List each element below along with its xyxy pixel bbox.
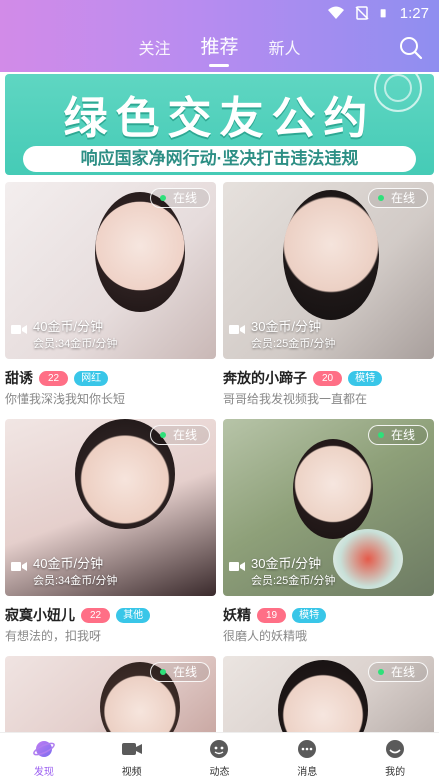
banner-subtitle: 响应国家净网行动·坚决打击违法违规	[23, 146, 416, 172]
price-per-minute: 40金币/分钟	[33, 319, 104, 334]
price-per-minute: 30金币/分钟	[251, 556, 322, 571]
online-badge: 在线	[367, 188, 428, 208]
price-info: 40金币/分钟 会员:34金币/分钟	[11, 553, 117, 588]
user-name: 甜诱	[5, 370, 33, 386]
user-signature: 很磨人的妖精哦	[223, 629, 308, 643]
user-signature: 你懂我深浅我知你长短	[5, 392, 126, 406]
user-photo[interactable]: 在线 30金币/分钟 会员:25金币/分钟	[223, 182, 434, 359]
nav-label: 视频	[121, 767, 142, 778]
tab-recommend[interactable]: 推荐	[200, 32, 239, 67]
price-info: 30金币/分钟 会员:25金币/分钟	[229, 553, 335, 588]
user-signature: 有想法的，扣我呀	[5, 629, 102, 643]
user-signature: 哥哥给我发视频我一直都在	[223, 392, 368, 406]
photo-subject	[278, 660, 368, 732]
user-name: 寂寞小妞儿	[5, 607, 75, 623]
online-badge: 在线	[149, 662, 210, 682]
battery-icon	[380, 9, 386, 18]
age-badge: 22	[81, 607, 111, 623]
profile-icon	[386, 740, 405, 758]
category-tag: 模特	[292, 607, 327, 623]
age-badge: 20	[313, 370, 343, 386]
video-camera-icon	[11, 325, 27, 334]
price-info: 30金币/分钟 会员:25金币/分钟	[229, 316, 335, 351]
photo-subject	[293, 439, 373, 539]
user-meta: 寂寞小妞儿 22 其他	[5, 605, 216, 625]
user-name: 奔放的小蹄子	[223, 370, 307, 386]
tab-follow[interactable]: 关注	[138, 35, 170, 67]
user-photo[interactable]: 在线 40金币/分钟 会员:34金币/分钟	[5, 419, 216, 596]
status-bar: 1:27	[327, 4, 429, 22]
video-camera-icon	[11, 562, 27, 571]
user-meta: 甜诱 22 网红	[5, 368, 216, 388]
category-tag: 模特	[348, 370, 383, 386]
age-badge: 22	[39, 370, 69, 386]
nav-label: 发现	[33, 767, 54, 778]
banner-title: 绿色交友公约	[63, 94, 376, 143]
promo-banner[interactable]: 绿色交友公约 响应国家净网行动·坚决打击违法违规	[5, 74, 434, 175]
nav-discover[interactable]: 发现	[0, 733, 88, 780]
user-name: 妖精	[223, 607, 251, 623]
online-badge: 在线	[149, 425, 210, 445]
online-badge: 在线	[149, 188, 210, 208]
nav-messages[interactable]: 消息	[263, 733, 351, 780]
chat-bubbles-icon	[210, 740, 229, 758]
bottom-nav: 发现 视频 动态 消息 我的	[0, 732, 439, 780]
video-camera-icon	[229, 562, 245, 571]
online-badge: 在线	[367, 425, 428, 445]
nav-moments[interactable]: 动态	[176, 733, 264, 780]
user-meta: 妖精 19 模特	[223, 605, 434, 625]
price-per-minute: 30金币/分钟	[251, 319, 322, 334]
nav-label: 我的	[385, 767, 406, 778]
video-camera-icon	[229, 325, 245, 334]
price-per-minute: 40金币/分钟	[33, 556, 104, 571]
member-price: 会员:25金币/分钟	[251, 338, 336, 350]
top-bar: 1:27 关注 推荐 新人	[0, 0, 439, 72]
no-sim-icon	[355, 6, 369, 20]
nav-video[interactable]: 视频	[88, 733, 176, 780]
header-tabs: 关注 推荐 新人	[0, 32, 439, 67]
member-price: 会员:25金币/分钟	[251, 575, 336, 587]
member-price: 会员:34金币/分钟	[33, 575, 118, 587]
planet-icon	[33, 741, 55, 757]
age-badge: 19	[257, 607, 287, 623]
nav-profile[interactable]: 我的	[351, 733, 439, 780]
price-info: 40金币/分钟 会员:34金币/分钟	[11, 316, 117, 351]
wifi-icon	[327, 6, 344, 19]
photo-fan	[333, 529, 403, 589]
photo-subject	[283, 190, 379, 320]
user-photo[interactable]: 在线	[5, 656, 216, 732]
message-icon	[298, 740, 317, 758]
video-camera-icon	[121, 743, 142, 755]
member-price: 会员:34金币/分钟	[33, 338, 118, 350]
user-photo[interactable]: 在线 30金币/分钟 会员:25金币/分钟	[223, 419, 434, 596]
user-meta: 奔放的小蹄子 20 模特	[223, 368, 434, 388]
user-photo[interactable]: 在线	[223, 656, 434, 732]
user-photo[interactable]: 在线 40金币/分钟 会员:34金币/分钟	[5, 182, 216, 359]
status-time: 1:27	[399, 4, 429, 22]
search-icon[interactable]	[399, 36, 423, 60]
nav-label: 动态	[209, 767, 230, 778]
category-tag: 其他	[116, 607, 151, 623]
photo-subject	[95, 192, 185, 312]
nav-label: 消息	[297, 767, 318, 778]
online-badge: 在线	[367, 662, 428, 682]
tab-new[interactable]: 新人	[269, 35, 301, 67]
category-tag: 网红	[74, 370, 109, 386]
